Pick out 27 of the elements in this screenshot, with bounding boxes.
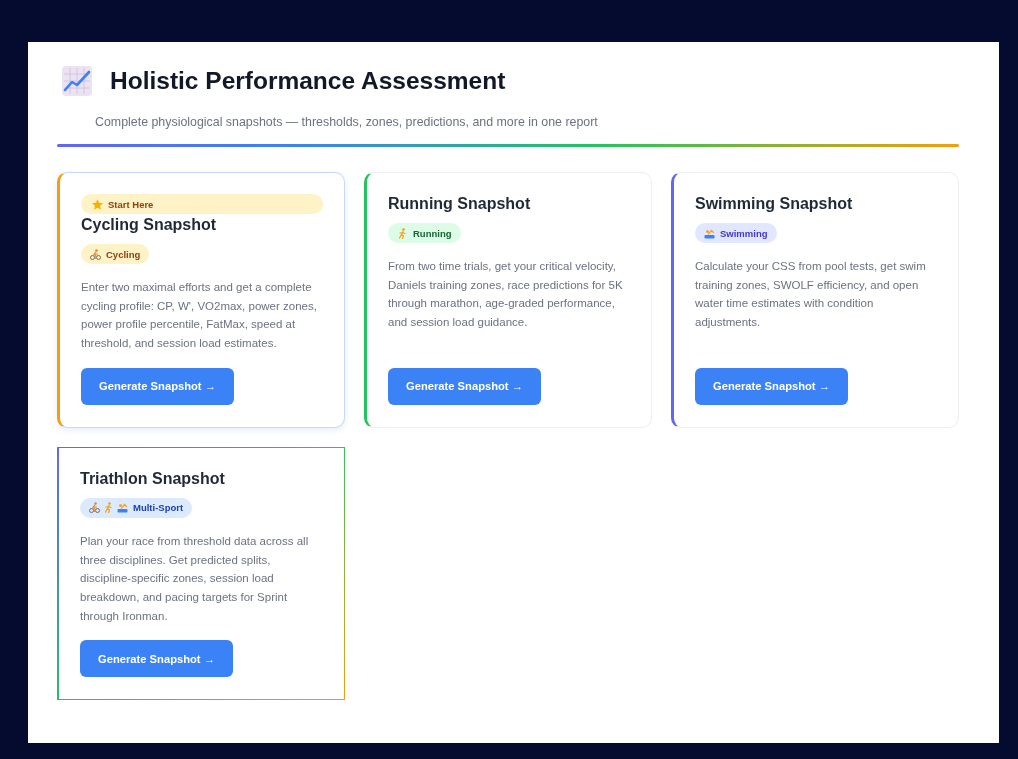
generate-button[interactable]: Generate Snapshot → xyxy=(695,367,848,405)
card-title: Cycling Snapshot xyxy=(81,215,217,235)
swimmer-icon xyxy=(117,502,128,514)
card-title: Swimming Snapshot xyxy=(695,194,853,214)
page-title: Holistic Performance Assessment xyxy=(110,66,506,96)
card-description: Calculate your CSS from pool tests, get swim training zones, SWOLF efficiency, and open water time estimates with condition adjustments. xyxy=(695,259,927,331)
chart-icon xyxy=(62,66,92,96)
cyclist-icon xyxy=(89,502,100,514)
runner-icon xyxy=(397,227,408,239)
tag-label: Cycling xyxy=(106,248,141,260)
card-description: Plan your race from threshold data across all three disciplines. Get predicted splits, discipline-specific zones, session load breakdown, and pacing targets for Sprint through Ironman. xyxy=(80,533,310,624)
card-description: Enter two maximal efforts and get a complete cycling profile: CP, W', VO2max, power zones, power profile percentile, FatMax, speed at threshold, and session load estimates. xyxy=(81,280,318,352)
generate-button[interactable]: Generate Snapshot → xyxy=(80,640,233,678)
runner-icon xyxy=(103,502,114,514)
card-description: From two time trials, get your critical velocity, Daniels training zones, race predictions for 5K through marathon, age-graded performance, and session load guidance. xyxy=(388,259,624,331)
card-title: Running Snapshot xyxy=(388,194,531,214)
swimmer-icon xyxy=(704,227,715,239)
generate-button[interactable]: Generate Snapshot → xyxy=(81,367,234,405)
generate-button[interactable]: Generate Snapshot → xyxy=(388,367,541,405)
card-title: Triathlon Snapshot xyxy=(80,468,225,489)
badge-label: Start Here xyxy=(108,198,154,210)
cyclist-icon xyxy=(90,248,101,260)
tag-label: Swimming xyxy=(720,227,768,239)
tag-label: Multi-Sport xyxy=(133,502,184,514)
tag-label: Running xyxy=(413,227,452,239)
page-subtitle: Complete physiological snapshots — thresholds, zones, predictions, and more in one report xyxy=(95,114,599,131)
star-icon xyxy=(92,198,103,210)
